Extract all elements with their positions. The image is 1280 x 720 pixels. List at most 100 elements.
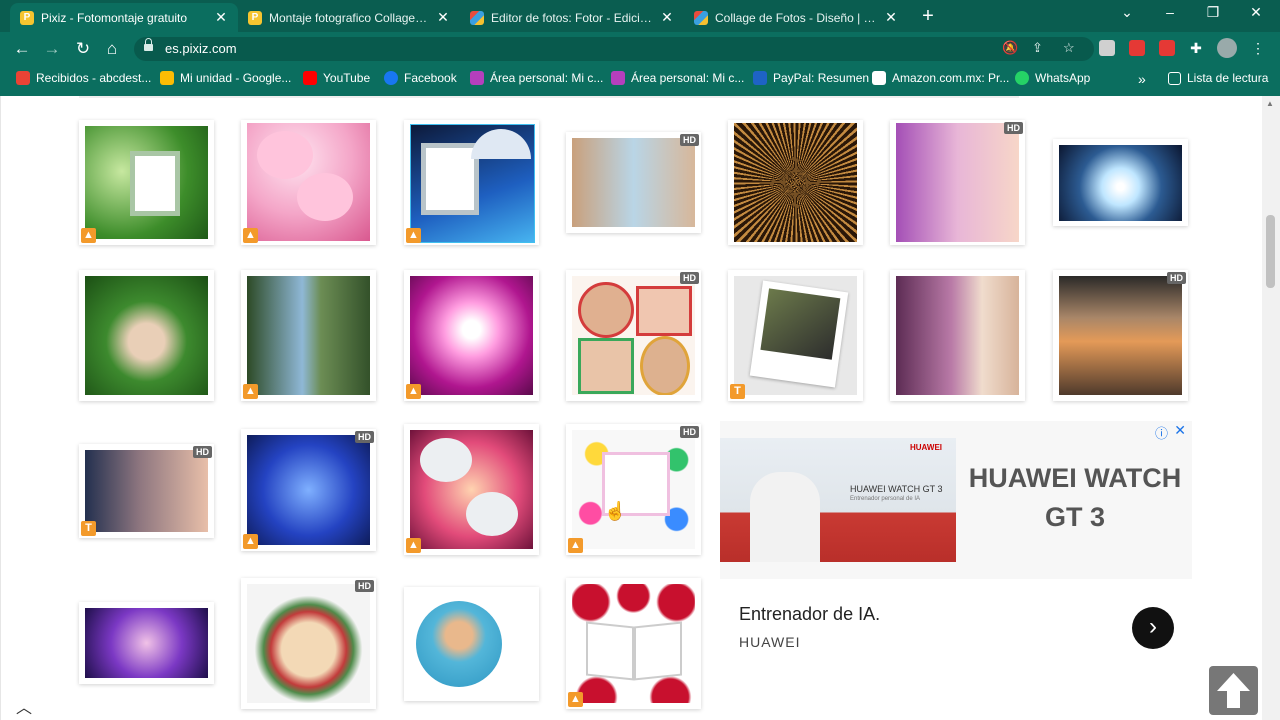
gallery-item-garden-frame[interactable]: ▲ [79, 120, 214, 245]
thumbnail [734, 276, 857, 395]
close-icon[interactable]: ✕ [436, 9, 450, 26]
restore-button[interactable]: ❐ [1198, 4, 1228, 21]
tab-pixiz-home[interactable]: P Pixiz - Fotomontaje gratuito ✕ [10, 3, 238, 32]
thumbnail [247, 276, 370, 395]
scroll-up-arrow-icon[interactable]: ▲ [1266, 99, 1274, 108]
gallery-item-heart-just-for-you[interactable]: ▲ [404, 270, 539, 401]
gallery-item-polaroid-always-in-my-heart[interactable]: T [728, 270, 863, 401]
book-page [634, 621, 682, 681]
forward-arrow-icon[interactable]: → [41, 39, 63, 59]
extension-icon[interactable] [1099, 40, 1115, 56]
gallery-item-roses-open-book[interactable]: ▲ [566, 578, 701, 709]
chevron-up-icon[interactable]: ︿ [16, 694, 32, 718]
browser-menu-icon[interactable]: ⋮ [1250, 40, 1266, 56]
bookmark-star-icon[interactable]: ☆ [1063, 40, 1075, 56]
bookmark-item[interactable]: Amazon.com.mx: Pr... [872, 71, 1009, 85]
back-arrow-icon[interactable]: ← [11, 39, 33, 59]
gallery-item-light-glow[interactable] [1053, 139, 1188, 226]
user-badge-icon: ▲ [406, 384, 421, 399]
tab-title: Montaje fotografico Collage en fo [269, 10, 429, 25]
gallery-item-blue-butterfly-phone[interactable]: HD ▲ [241, 429, 376, 551]
gallery-item-hello-umbrella-frame[interactable]: ▲ [404, 120, 539, 245]
ad-footer[interactable]: Entrenador de IA. HUAWEI › [720, 579, 1192, 685]
minimize-button[interactable]: – [1155, 4, 1185, 20]
bookmark-item[interactable]: YouTube [303, 71, 370, 85]
tab-title: Collage de Fotos - Diseño | Fotor [715, 10, 877, 25]
home-icon[interactable]: ⌂ [101, 39, 123, 59]
reading-list-icon [1168, 71, 1181, 85]
extension-icon[interactable] [1129, 40, 1145, 56]
hd-badge: HD [1167, 272, 1186, 284]
huawei-logo: HUAWEI [910, 443, 942, 452]
new-tab-button[interactable]: + [918, 5, 938, 28]
polaroid-frame [749, 280, 849, 388]
user-badge-icon: ▲ [568, 692, 583, 707]
profile-avatar[interactable] [1217, 38, 1237, 58]
gallery-item-pink-hearts-love[interactable]: ▲ [241, 120, 376, 245]
ad-headline[interactable]: Entrenador de IA. [739, 604, 880, 625]
gallery-item-man-circle[interactable] [404, 587, 539, 701]
bookmark-item[interactable]: WhatsApp [1015, 71, 1090, 85]
thumbnail [410, 124, 535, 243]
notifications-blocked-icon[interactable]: 🔕 [1002, 40, 1018, 56]
close-window-button[interactable]: ✕ [1241, 4, 1271, 21]
scroll-to-top-button[interactable] [1209, 666, 1258, 715]
user-badge-icon: ▲ [243, 534, 258, 549]
scrollbar[interactable] [1262, 96, 1280, 720]
gallery-item-beach-couple-photos[interactable]: HD [1053, 270, 1188, 401]
reading-list-button[interactable]: Lista de lectura [1168, 71, 1268, 85]
ad-close-icon[interactable]: ✕ [1174, 422, 1186, 439]
bookmark-item[interactable]: Recibidos - abcdest... [16, 71, 151, 85]
thumbnail [572, 430, 695, 549]
close-icon[interactable]: ✕ [214, 9, 228, 26]
extension-icon[interactable] [1159, 40, 1175, 56]
bookmark-item[interactable]: Área personal: Mi c... [611, 71, 744, 85]
gallery-item-hearts-roses[interactable]: ▲ [404, 424, 539, 555]
heart-shape [257, 131, 313, 179]
puzzle-extensions-icon[interactable]: ✚ [1188, 40, 1204, 56]
gallery-item-poem-woman[interactable]: HD T [79, 444, 214, 538]
bookmark-item[interactable]: Facebook [384, 71, 457, 85]
more-bookmarks-button[interactable]: » [1138, 71, 1146, 87]
close-icon[interactable]: ✕ [884, 9, 898, 26]
tab-fotor-editor[interactable]: Editor de fotos: Fotor - Edición d ✕ [460, 3, 684, 32]
share-icon[interactable]: ⇪ [1032, 40, 1043, 56]
tab-title: Editor de fotos: Fotor - Edición d [491, 10, 653, 25]
thumbnail [896, 276, 1019, 395]
polaroid-photo [760, 288, 841, 360]
gallery-item-birthday-balloons[interactable]: HD ▲ [566, 424, 701, 555]
gallery-item-waterfall-forest[interactable]: ▲ [241, 270, 376, 401]
ad-title[interactable]: HUAWEI WATCH GT 3 [960, 459, 1190, 537]
ad-cta-button[interactable]: › [1132, 607, 1174, 649]
thumbnail [410, 276, 533, 395]
tab-fotor-collage[interactable]: Collage de Fotos - Diseño | Fotor ✕ [684, 3, 908, 32]
text-badge-icon: T [730, 384, 745, 399]
whatsapp-icon [1015, 71, 1029, 85]
gallery-item-woman-purple-lights[interactable] [79, 602, 214, 684]
ad-info-icon[interactable]: ⓘ [1155, 423, 1168, 442]
gallery-item-woman-purple-flowers[interactable] [890, 270, 1025, 401]
tab-pixiz-collage[interactable]: P Montaje fotografico Collage en fo ✕ [238, 3, 460, 32]
gallery-item-woman-pink-hair[interactable]: HD [890, 120, 1025, 245]
thumbnail [572, 276, 695, 395]
gmail-icon [16, 71, 30, 85]
gallery-item-fireworks[interactable] [728, 120, 863, 245]
address-url[interactable]: es.pixiz.com [165, 41, 237, 56]
bookmark-item[interactable]: Mi unidad - Google... [160, 71, 291, 85]
scrollbar-thumb[interactable] [1266, 215, 1275, 288]
huawei-ad[interactable]: ⓘ ✕ HUAWEI HUAWEI WATCH GT 3 Entrenador … [720, 421, 1192, 685]
close-icon[interactable]: ✕ [660, 9, 674, 26]
tab-search-button[interactable]: ⌄ [1112, 4, 1142, 21]
bookmark-item[interactable]: Área personal: Mi c... [470, 71, 603, 85]
reload-icon[interactable]: ↻ [72, 39, 94, 59]
hand-cursor-icon: ☝ [604, 501, 627, 521]
gallery-item-woman-green-nature[interactable] [79, 270, 214, 401]
address-bar[interactable]: es.pixiz.com 🔕 ⇪ ☆ [134, 37, 1094, 61]
gallery-item-rose-wreath-blonde[interactable]: HD [241, 578, 376, 709]
gallery-item-couple-blend[interactable]: HD [566, 132, 701, 233]
gallery-item-baby-collage[interactable]: HD [566, 270, 701, 401]
bookmark-item[interactable]: PayPal: Resumen [753, 71, 869, 85]
hd-badge: HD [680, 134, 699, 146]
thumbnail [1059, 145, 1182, 221]
ad-banner-image[interactable]: HUAWEI HUAWEI WATCH GT 3 Entrenador pers… [720, 438, 956, 562]
